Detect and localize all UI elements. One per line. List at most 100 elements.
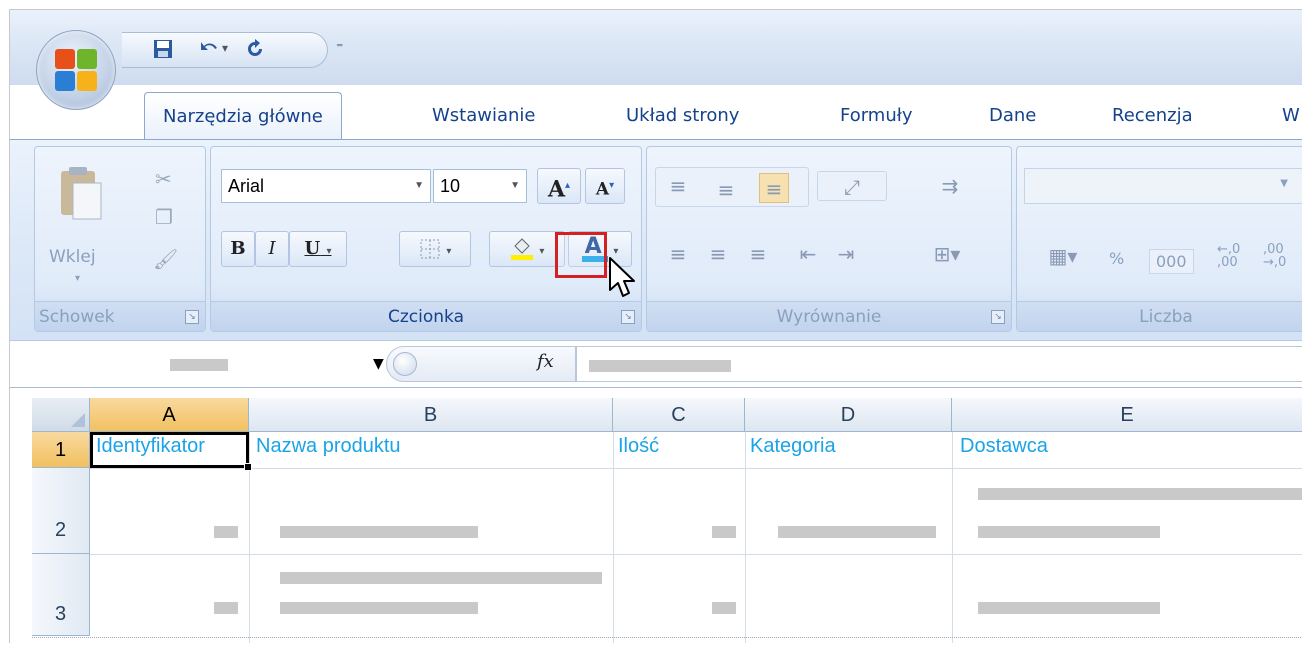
undo-dropdown-icon[interactable]: ▾	[222, 41, 228, 55]
cut-icon[interactable]: ✂	[155, 167, 172, 191]
worksheet-grid[interactable]: A B C D E 1 2 3 Identyfikator Nazwa prod…	[10, 388, 1302, 643]
redo-icon[interactable]	[242, 38, 268, 62]
clipboard-group-label: Schowek	[35, 301, 205, 331]
formula-value-redacted	[589, 360, 731, 372]
font-color-highlight	[555, 232, 607, 278]
expand-circle-icon[interactable]	[393, 352, 417, 376]
insert-function-button[interactable]: fx	[537, 351, 554, 372]
merge-center-icon[interactable]: ⊞▾	[925, 239, 969, 269]
name-box[interactable]: ▼	[30, 346, 384, 382]
decrease-indent-icon[interactable]: ⇤	[793, 239, 823, 269]
row-header-2[interactable]: 2	[32, 468, 90, 554]
fill-color-button[interactable]: ▾	[489, 231, 565, 267]
mouse-cursor-icon	[608, 256, 638, 300]
paste-icon[interactable]	[59, 165, 103, 220]
formula-bar: ▼ fx	[10, 340, 1302, 388]
align-left-icon[interactable]: ≡	[663, 239, 693, 269]
column-header-d[interactable]: D	[745, 398, 952, 432]
cell-e1[interactable]: Dostawca	[960, 435, 1048, 458]
paste-label[interactable]: Wklej	[49, 247, 96, 267]
font-name-value: Arial	[228, 176, 265, 196]
bold-label: B	[230, 238, 246, 259]
cell-c2-redacted	[712, 526, 736, 538]
customize-toolbar-icon[interactable]: ⁼	[336, 40, 343, 56]
gridline	[952, 432, 953, 643]
underline-button[interactable]: U ▾	[289, 231, 347, 267]
tab-data[interactable]: Dane	[985, 92, 1040, 140]
cell-d1[interactable]: Kategoria	[750, 435, 836, 458]
column-header-a[interactable]: A	[90, 398, 249, 432]
grow-font-label: A	[547, 176, 566, 203]
text-orientation-icon[interactable]: ⤢	[817, 171, 887, 201]
fill-bucket-icon	[510, 238, 540, 260]
font-launcher-icon[interactable]: ↘	[621, 310, 635, 324]
font-size-combo[interactable]: 10 ▼	[433, 169, 527, 203]
office-button[interactable]	[36, 30, 116, 110]
chevron-down-icon[interactable]: ▼	[373, 356, 384, 372]
column-header-e[interactable]: E	[952, 398, 1302, 432]
italic-button[interactable]: I	[255, 231, 289, 267]
cell-b1[interactable]: Nazwa produktu	[256, 435, 401, 458]
align-right-icon[interactable]: ≡	[743, 239, 773, 269]
select-all-button[interactable]	[32, 398, 90, 432]
tab-review[interactable]: Recenzja	[1108, 92, 1197, 140]
paste-dropdown-icon[interactable]: ▾	[75, 273, 80, 284]
fill-handle[interactable]	[244, 463, 252, 471]
align-bottom-icon[interactable]: ≡	[759, 173, 789, 203]
increase-decimal-icon[interactable]: ←,0,00	[1217, 243, 1240, 269]
column-header-b[interactable]: B	[249, 398, 613, 432]
percent-button[interactable]: %	[1109, 249, 1124, 268]
align-middle-icon[interactable]: ≡	[711, 175, 741, 205]
align-top-icon[interactable]: ≡	[663, 171, 693, 201]
chevron-down-icon: ▾	[539, 246, 545, 257]
tab-view[interactable]: W	[1278, 92, 1302, 140]
cell-e2-redacted-line2	[978, 526, 1160, 538]
chevron-down-icon: ▾	[326, 246, 332, 257]
chevron-down-icon: ▼	[1280, 178, 1288, 189]
active-cell-border	[90, 432, 249, 468]
number-format-combo[interactable]: ▼	[1024, 168, 1302, 204]
tab-formulas[interactable]: Formuły	[836, 92, 917, 140]
row-header-3[interactable]: 3	[32, 554, 90, 636]
font-size-value: 10	[440, 176, 461, 196]
formula-input[interactable]	[576, 346, 1302, 382]
font-name-combo[interactable]: Arial ▼	[221, 169, 431, 203]
bold-button[interactable]: B	[221, 231, 255, 267]
borders-button[interactable]: ▾	[399, 231, 471, 267]
wrap-text-icon[interactable]: ⇉	[935, 171, 965, 201]
alignment-launcher-icon[interactable]: ↘	[991, 310, 1005, 324]
increase-indent-icon[interactable]: ⇥	[831, 239, 861, 269]
shrink-font-button[interactable]: A▾	[585, 168, 625, 204]
thousands-button[interactable]: 000	[1149, 249, 1194, 274]
chevron-down-icon: ▾	[446, 246, 452, 257]
accounting-format-icon[interactable]: ▦▾	[1033, 241, 1093, 271]
undo-icon[interactable]	[196, 38, 222, 62]
save-icon[interactable]	[150, 38, 176, 62]
column-header-c[interactable]: C	[613, 398, 745, 432]
chevron-down-icon: ▼	[414, 180, 424, 191]
cell-c1[interactable]: Ilość	[618, 435, 659, 458]
shrink-font-label: A	[595, 179, 610, 200]
chevron-down-icon: ▼	[510, 180, 520, 191]
row-header-1[interactable]: 1	[32, 432, 90, 468]
gridline	[613, 432, 614, 643]
grow-font-button[interactable]: A▴	[537, 168, 581, 204]
format-painter-icon[interactable]: 🖌	[153, 247, 178, 271]
tab-insert[interactable]: Wstawianie	[428, 92, 540, 140]
clipboard-launcher-icon[interactable]: ↘	[185, 310, 199, 324]
office-logo-icon	[55, 49, 99, 93]
alignment-group-label: Wyrównanie	[647, 301, 1011, 331]
formula-controls: fx	[386, 346, 576, 382]
font-group-label: Czcionka	[211, 301, 641, 331]
cell-d2-redacted	[778, 526, 936, 538]
cell-a3-redacted	[214, 602, 238, 614]
cell-b3-redacted-line2	[280, 602, 478, 614]
tab-page-layout[interactable]: Układ strony	[622, 92, 743, 140]
ribbon: Wklej ▾ ✂ ❐ 🖌 Schowek ↘ Arial ▼ 10 ▼ A▴ …	[10, 139, 1302, 340]
align-center-icon[interactable]: ≡	[703, 239, 733, 269]
underline-label: U	[304, 238, 321, 259]
copy-icon[interactable]: ❐	[155, 205, 173, 229]
tab-home[interactable]: Narzędzia główne	[144, 92, 342, 140]
decrease-decimal-icon[interactable]: ,00 →,0	[1263, 243, 1286, 269]
name-box-value-redacted	[170, 359, 228, 371]
